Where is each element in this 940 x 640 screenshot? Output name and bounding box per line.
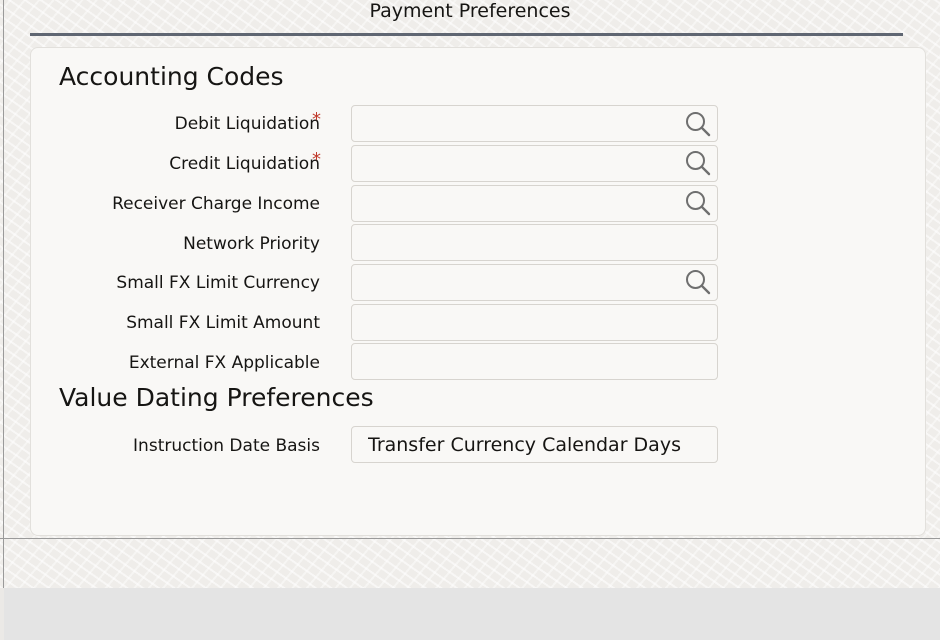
title-underline bbox=[30, 33, 903, 36]
debit-liquidation-required-marker: * bbox=[312, 109, 321, 130]
small-fx-limit-amount-input[interactable] bbox=[351, 304, 718, 341]
page-title: Payment Preferences bbox=[369, 0, 571, 22]
network-priority-label: Network Priority bbox=[183, 234, 320, 254]
footer-bar bbox=[4, 588, 940, 640]
instruction-date-basis-input[interactable] bbox=[351, 426, 718, 463]
section-heading-accounting-codes: Accounting Codes bbox=[59, 62, 284, 91]
external-fx-applicable-label: External FX Applicable bbox=[128, 353, 320, 373]
debit-liquidation-input[interactable] bbox=[351, 105, 718, 142]
network-priority-input[interactable] bbox=[351, 224, 718, 261]
credit-liquidation-label: Credit Liquidation bbox=[169, 154, 320, 174]
external-fx-applicable-input[interactable] bbox=[351, 343, 718, 380]
credit-liquidation-input[interactable] bbox=[351, 145, 718, 182]
debit-liquidation-label: Debit Liquidation bbox=[174, 114, 320, 134]
small-fx-limit-amount-label: Small FX Limit Amount bbox=[126, 313, 320, 333]
search-icon[interactable] bbox=[684, 189, 712, 217]
search-icon[interactable] bbox=[684, 149, 712, 177]
search-icon[interactable] bbox=[684, 268, 712, 296]
content-divider bbox=[0, 538, 940, 539]
section-heading-value-dating-preferences: Value Dating Preferences bbox=[59, 383, 374, 412]
receiver-charge-income-input[interactable] bbox=[351, 185, 718, 222]
instruction-date-basis-label: Instruction Date Basis bbox=[133, 436, 320, 456]
small-fx-limit-currency-input[interactable] bbox=[351, 264, 718, 301]
left-border bbox=[3, 0, 4, 588]
receiver-charge-income-label: Receiver Charge Income bbox=[112, 194, 320, 214]
search-icon[interactable] bbox=[684, 110, 712, 138]
small-fx-limit-currency-label: Small FX Limit Currency bbox=[116, 273, 320, 293]
credit-liquidation-required-marker: * bbox=[312, 149, 321, 170]
